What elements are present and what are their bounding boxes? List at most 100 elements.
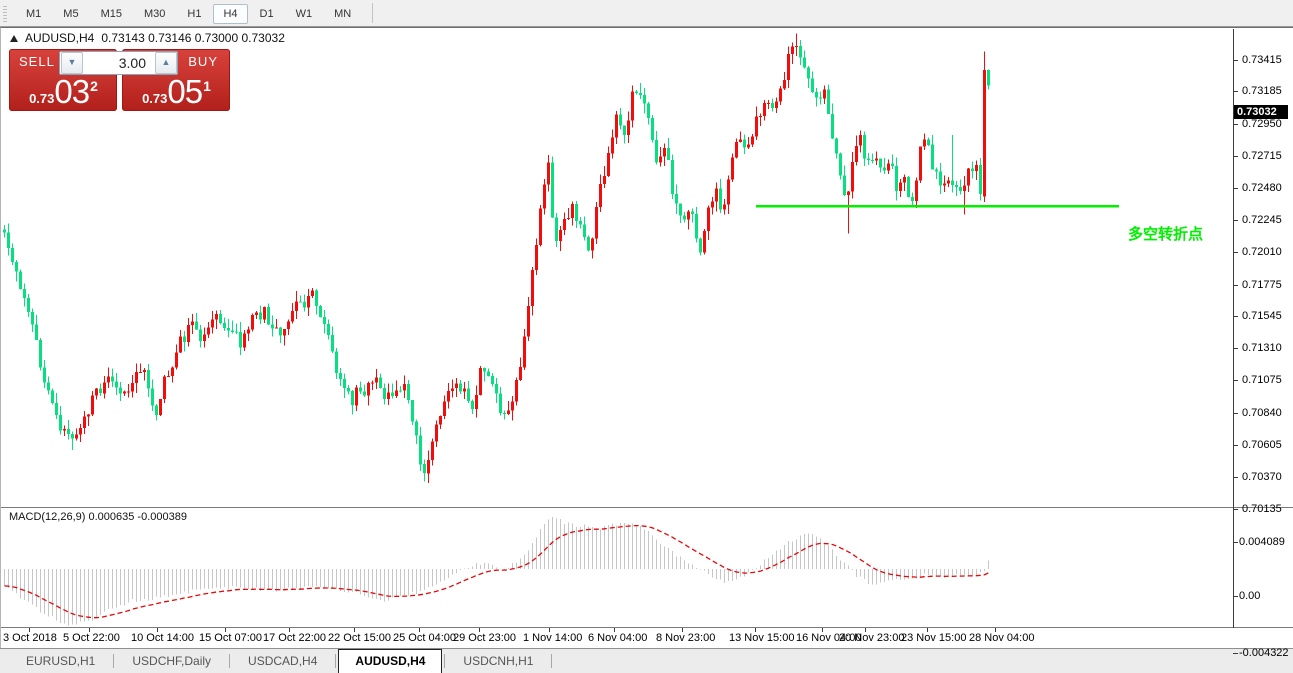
time-tick: [157, 628, 158, 632]
price-tick: [1233, 348, 1238, 349]
time-axis-label: 20 Nov 23:00: [839, 632, 904, 644]
time-tick: [865, 628, 866, 632]
time-axis-label: 3 Oct 2018: [3, 632, 57, 644]
pane-separator[interactable]: [1, 507, 1293, 508]
price-tick: [1233, 509, 1238, 510]
toolbar-grip-handle[interactable]: [3, 4, 7, 22]
chart-symbol-header: AUDUSD,H4 0.73143 0.73146 0.73000 0.7303…: [10, 31, 285, 45]
timeframe-button-m30[interactable]: M30: [134, 4, 175, 24]
chart-tab-audusd[interactable]: AUDUSD,H4: [338, 649, 442, 673]
time-tick: [479, 628, 480, 632]
price-axis-label: 0.70840: [1242, 407, 1282, 419]
time-tick: [29, 628, 30, 632]
current-price-tag: 0.73032: [1234, 105, 1288, 119]
tab-divider: [229, 654, 230, 668]
price-tick: [1233, 380, 1238, 381]
time-axis-label: 5 Oct 22:00: [63, 632, 120, 644]
time-tick: [549, 628, 550, 632]
timeframe-button-m1[interactable]: M1: [16, 4, 51, 24]
time-tick: [682, 628, 683, 632]
macd-tick: [1233, 596, 1238, 597]
buy-price-big: 05: [167, 73, 202, 110]
timeframe-button-mn[interactable]: MN: [324, 4, 361, 24]
sell-price-pipette: 2: [90, 78, 98, 94]
time-axis-label: 6 Nov 04:00: [588, 632, 647, 644]
toolbar-separator: [372, 3, 373, 23]
price-axis-label: 0.72245: [1242, 214, 1282, 226]
macd-indicator-header: MACD(12,26,9) 0.000635 -0.000389: [9, 511, 187, 523]
time-axis-label: 1 Nov 14:00: [523, 632, 582, 644]
symbol-label: AUDUSD,H4: [25, 31, 94, 45]
time-tick: [289, 628, 290, 632]
time-axis-label: 22 Oct 15:00: [328, 632, 391, 644]
sell-button[interactable]: SELL: [19, 54, 55, 69]
price-tick: [1233, 445, 1238, 446]
buy-price-pipette: 1: [203, 78, 211, 94]
volume-increase-icon[interactable]: ▲: [155, 52, 177, 74]
price-axis-label: 0.71775: [1242, 279, 1282, 291]
price-axis-label: 0.71545: [1242, 310, 1282, 322]
time-axis-label: 13 Nov 15:00: [729, 632, 794, 644]
time-axis-label: 29 Oct 23:00: [453, 632, 516, 644]
chart-tab-bar: EURUSD,H1USDCHF,DailyUSDCAD,H4AUDUSD,H4U…: [0, 648, 1293, 673]
price-axis-label: 0.72480: [1242, 182, 1282, 194]
timeframe-button-m15[interactable]: M15: [91, 4, 132, 24]
price-axis-label: 0.71075: [1242, 374, 1282, 386]
price-axis-label: 0.72715: [1242, 150, 1282, 162]
macd-axis-label: 0.004089: [1239, 536, 1285, 548]
price-tick: [1233, 316, 1238, 317]
time-tick: [822, 628, 823, 632]
timeframe-button-m5[interactable]: M5: [53, 4, 88, 24]
volume-input[interactable]: [84, 54, 154, 72]
sell-price-big: 03: [54, 73, 89, 110]
tab-divider: [335, 654, 336, 668]
time-axis-label: 23 Nov 15:00: [901, 632, 966, 644]
macd-axis-label: 0.00: [1239, 590, 1260, 602]
chart-tab-usdchf[interactable]: USDCHF,Daily: [116, 650, 227, 673]
chart-tab-eurusd[interactable]: EURUSD,H1: [10, 650, 111, 673]
tab-divider: [444, 654, 445, 668]
price-axis-label: 0.72950: [1242, 118, 1282, 130]
buy-button[interactable]: BUY: [188, 54, 218, 69]
sell-price-prefix: 0.73: [29, 91, 54, 106]
time-tick: [755, 628, 756, 632]
time-tick: [225, 628, 226, 632]
timeframe-button-h4[interactable]: H4: [213, 4, 247, 24]
time-axis-label: 15 Oct 07:00: [199, 632, 262, 644]
time-axis-label: 10 Oct 14:00: [131, 632, 194, 644]
buy-price: 0.73051: [122, 77, 230, 108]
one-click-trading-panel: SELL 0.73032 BUY 0.73051 ▼ ▲: [9, 49, 230, 111]
volume-decrease-icon[interactable]: ▼: [61, 52, 83, 74]
timeaxis-separator: [1, 627, 1293, 628]
time-tick: [89, 628, 90, 632]
timeframe-button-d1[interactable]: D1: [250, 4, 284, 24]
price-tick: [1233, 413, 1238, 414]
timeframe-button-w1[interactable]: W1: [286, 4, 323, 24]
volume-spinner: ▼ ▲: [59, 51, 178, 75]
time-tick: [419, 628, 420, 632]
time-axis-label: 25 Oct 04:00: [393, 632, 456, 644]
time-tick: [927, 628, 928, 632]
ohlc-values: 0.73143 0.73146 0.73000 0.73032: [101, 31, 285, 45]
price-tick: [1233, 252, 1238, 253]
macd-tick: [1233, 542, 1238, 543]
sell-price: 0.73032: [9, 77, 117, 108]
price-axis-label: 0.70605: [1242, 439, 1282, 451]
price-tick: [1233, 156, 1238, 157]
price-axis-label: 0.70370: [1242, 471, 1282, 483]
macd-chart[interactable]: [1, 508, 1233, 628]
time-tick: [614, 628, 615, 632]
timeframe-button-h1[interactable]: H1: [177, 4, 211, 24]
time-tick: [995, 628, 996, 632]
price-tick: [1233, 188, 1238, 189]
chart-tab-usdcad[interactable]: USDCAD,H4: [232, 650, 333, 673]
price-tick: [1233, 477, 1238, 478]
chart-tab-usdcnh[interactable]: USDCNH,H1: [447, 650, 549, 673]
time-axis-label: 17 Oct 22:00: [263, 632, 326, 644]
buy-price-prefix: 0.73: [142, 91, 167, 106]
time-axis-label: 28 Nov 04:00: [969, 632, 1034, 644]
collapse-triangle-icon[interactable]: [10, 35, 18, 42]
chart-workspace: AUDUSD,H4 0.73143 0.73146 0.73000 0.7303…: [0, 27, 1293, 648]
price-axis-label: 0.71310: [1242, 342, 1282, 354]
price-tick: [1233, 124, 1238, 125]
